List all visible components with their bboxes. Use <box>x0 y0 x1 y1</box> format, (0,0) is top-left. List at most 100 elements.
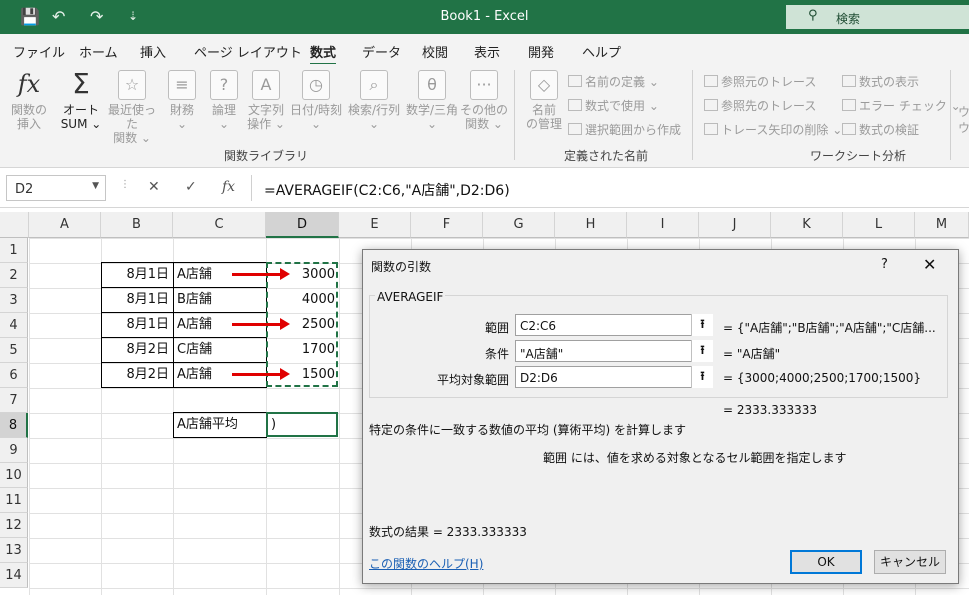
remove-arrows-icon <box>704 123 718 135</box>
tab-page-layout[interactable]: ページ レイアウト <box>194 42 302 61</box>
column-header-k[interactable]: K <box>771 212 843 238</box>
group-label-formula-auditing: ワークシート分析 <box>810 149 907 163</box>
cancel-button[interactable]: キャンセル <box>874 550 946 574</box>
search-box[interactable]: ⚲ 検索 <box>786 5 969 29</box>
row-header-14[interactable]: 14 <box>0 563 28 588</box>
math-label-2: ⌄ <box>426 117 438 131</box>
evaluate-formula-label: 数式の検証 <box>859 123 920 137</box>
column-header-l[interactable]: L <box>843 212 915 238</box>
remove-arrows-label: トレース矢印の削除 ⌄ <box>721 123 843 137</box>
arg-label-average-range: 平均対象範囲 <box>436 373 509 387</box>
lookup-button[interactable]: ⌕ 検索/行列 ⌄ <box>346 70 402 131</box>
row-header-1[interactable]: 1 <box>0 238 28 263</box>
cell-c3[interactable]: B店舗 <box>173 287 267 313</box>
name-manager-button[interactable]: ◇ 名前 の管理 <box>522 70 566 131</box>
cell-b6[interactable]: 8月2日 <box>101 362 174 388</box>
fx-icon[interactable]: fx <box>222 179 235 195</box>
formula-input[interactable]: =AVERAGEIF(C2:C6,"A店舗",D2:D6) <box>251 175 963 201</box>
logical-button[interactable]: ? 論理 ⌄ <box>206 70 242 131</box>
trace-precedents-button[interactable]: 参照元のトレース <box>704 73 816 90</box>
row-header-12[interactable]: 12 <box>0 513 28 538</box>
insert-function-button[interactable]: fx 関数の 挿入 <box>6 70 52 131</box>
arg-input-average-range[interactable]: D2:D6 <box>515 366 713 388</box>
check-icon[interactable]: ✓ <box>185 179 197 195</box>
collapse-dialog-icon[interactable]: ⭱ <box>691 366 713 388</box>
help-icon[interactable]: ? <box>881 257 888 272</box>
arg-label-criteria: 条件 <box>484 347 509 361</box>
row-header-11[interactable]: 11 <box>0 488 28 513</box>
column-header-b[interactable]: B <box>101 212 173 238</box>
cell-d8-edit[interactable]: ) <box>268 413 338 438</box>
row-header-4[interactable]: 4 <box>0 313 28 338</box>
column-header-e[interactable]: E <box>339 212 411 238</box>
cell-b3[interactable]: 8月1日 <box>101 287 174 313</box>
define-name-button[interactable]: 名前の定義 ⌄ <box>568 73 659 90</box>
math-button[interactable]: θ 数学/三角 ⌄ <box>404 70 460 131</box>
financial-button[interactable]: ≡ 財務 ⌄ <box>164 70 200 131</box>
autosum-button[interactable]: Σ オート SUM ⌄ <box>56 70 106 132</box>
cell-c8[interactable]: A店舗平均 <box>173 412 267 438</box>
name-box[interactable]: D2 ▼ <box>6 175 106 201</box>
arg-input-criteria[interactable]: "A店舗" <box>515 340 713 362</box>
text-functions-button[interactable]: A 文字列 操作 ⌄ <box>244 70 288 131</box>
group-label-function-library: 関数ライブラリ <box>224 149 309 163</box>
arg-input-range[interactable]: C2:C6 <box>515 314 713 336</box>
datetime-button[interactable]: ◷ 日付/時刻 ⌄ <box>288 70 344 131</box>
select-all-corner[interactable] <box>0 212 29 238</box>
recent-label-2: 関数 ⌄ <box>113 131 151 145</box>
column-header-g[interactable]: G <box>483 212 555 238</box>
row-header-10[interactable]: 10 <box>0 463 28 488</box>
tab-view[interactable]: 表示 <box>474 42 500 61</box>
more-functions-button[interactable]: ··· その他の 関数 ⌄ <box>460 70 508 131</box>
row-header-7[interactable]: 7 <box>0 388 28 413</box>
trace-dependents-button[interactable]: 参照先のトレース <box>704 97 816 114</box>
row-header-8[interactable]: 8 <box>0 413 28 438</box>
collapse-dialog-icon[interactable]: ⭱ <box>691 340 713 362</box>
tab-review[interactable]: 校閲 <box>422 42 448 61</box>
error-checking-button[interactable]: エラー チェック ⌄ <box>842 97 961 114</box>
tab-help[interactable]: ヘルプ <box>582 42 621 61</box>
row-header-3[interactable]: 3 <box>0 288 28 313</box>
trace-precedents-label: 参照元のトレース <box>721 75 817 89</box>
tab-formulas[interactable]: 数式 <box>310 42 337 66</box>
search-placeholder: 検索 <box>836 12 861 26</box>
use-in-formula-button[interactable]: 数式で使用 ⌄ <box>568 97 659 114</box>
show-formulas-button[interactable]: 数式の表示 <box>842 73 919 90</box>
arg-label-range: 範囲 <box>484 321 509 335</box>
row-header-6[interactable]: 6 <box>0 363 28 388</box>
collapse-dialog-icon[interactable]: ⭱ <box>691 314 713 336</box>
column-header-h[interactable]: H <box>555 212 627 238</box>
tab-home[interactable]: ホーム <box>79 42 118 61</box>
remove-arrows-button[interactable]: トレース矢印の削除 ⌄ <box>704 121 842 138</box>
create-from-selection-button[interactable]: 選択範囲から作成 <box>568 121 681 138</box>
cell-b2[interactable]: 8月1日 <box>101 262 174 288</box>
column-header-m[interactable]: M <box>915 212 969 238</box>
clock-icon: ◷ <box>302 70 330 100</box>
close-icon[interactable]: ✕ <box>923 255 936 274</box>
row-header-2[interactable]: 2 <box>0 263 28 288</box>
column-header-f[interactable]: F <box>411 212 483 238</box>
tab-insert[interactable]: 挿入 <box>140 42 166 61</box>
row-header-9[interactable]: 9 <box>0 438 28 463</box>
cell-c5[interactable]: C店舗 <box>173 337 267 363</box>
function-help-link[interactable]: この関数のヘルプ(H) <box>369 555 483 572</box>
column-header-c[interactable]: C <box>173 212 266 238</box>
column-header-a[interactable]: A <box>29 212 101 238</box>
cancel-icon[interactable]: ✕ <box>148 179 160 195</box>
watch-window-button[interactable]: ウウィ <box>958 104 969 136</box>
recent-functions-button[interactable]: ☆ 最近使った 関数 ⌄ <box>104 70 160 145</box>
evaluate-formula-button[interactable]: 数式の検証 <box>842 121 919 138</box>
ok-button[interactable]: OK <box>790 550 862 574</box>
column-header-i[interactable]: I <box>627 212 699 238</box>
tab-data[interactable]: データ <box>362 42 401 61</box>
create-from-selection-label: 選択範囲から作成 <box>585 123 682 137</box>
column-header-j[interactable]: J <box>699 212 771 238</box>
tag-icon: ◇ <box>530 70 558 100</box>
row-header-13[interactable]: 13 <box>0 538 28 563</box>
row-header-5[interactable]: 5 <box>0 338 28 363</box>
column-header-d[interactable]: D <box>266 212 339 238</box>
tab-developer[interactable]: 開発 <box>528 42 554 61</box>
cell-b5[interactable]: 8月2日 <box>101 337 174 363</box>
cell-b4[interactable]: 8月1日 <box>101 312 174 338</box>
tab-file[interactable]: ファイル <box>13 42 65 61</box>
